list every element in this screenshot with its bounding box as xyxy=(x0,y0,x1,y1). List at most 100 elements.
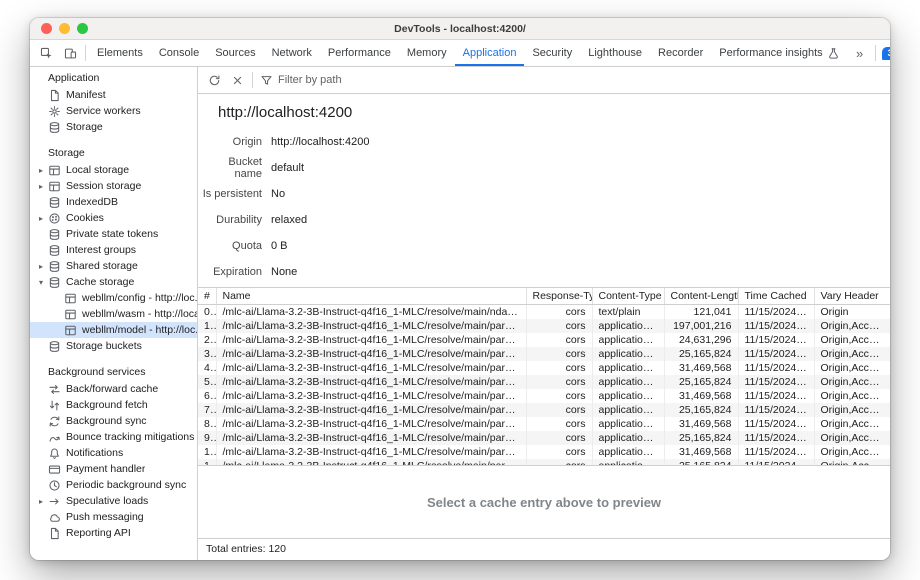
sidebar-item-speculative-loads[interactable]: ▸ Speculative loads xyxy=(30,493,197,509)
cell-time-cached: 11/15/2024, 10... xyxy=(738,347,814,361)
cell-response-type: cors xyxy=(526,431,592,445)
tab-lighthouse[interactable]: Lighthouse xyxy=(580,40,650,66)
table-row[interactable]: 9/mlc-ai/Llama-3.2-3B-Instruct-q4f16_1-M… xyxy=(198,431,890,445)
tab-network[interactable]: Network xyxy=(264,40,320,66)
minimize-window-button[interactable] xyxy=(59,23,70,34)
backforward-icon xyxy=(47,382,61,396)
sidebar-item-manifest[interactable]: Manifest xyxy=(30,87,197,103)
metadata-value: http://localhost:4200 xyxy=(271,136,369,148)
sidebar-item-background-fetch[interactable]: Background fetch xyxy=(30,397,197,413)
sidebar-item-private-state-tokens[interactable]: Private state tokens xyxy=(30,226,197,242)
sidebar-item-periodic-background-sync[interactable]: Periodic background sync xyxy=(30,477,197,493)
tab-performance-insights[interactable]: Performance insights xyxy=(711,40,847,66)
column-header-[interactable]: # xyxy=(198,288,216,304)
sidebar-item-webllm-wasm-http-loca[interactable]: webllm/wasm - http://loca... xyxy=(30,306,197,322)
sidebar-item-label: Manifest xyxy=(66,89,106,101)
table-row[interactable]: 0/mlc-ai/Llama-3.2-3B-Instruct-q4f16_1-M… xyxy=(198,304,890,319)
toolbar-divider xyxy=(875,45,876,61)
sidebar-item-webllm-model-http-loc[interactable]: webllm/model - http://loc... xyxy=(30,322,197,338)
tab-recorder[interactable]: Recorder xyxy=(650,40,711,66)
tab-console[interactable]: Console xyxy=(151,40,207,66)
cell-time-cached: 11/15/2024, 10... xyxy=(738,319,814,333)
table-row[interactable]: 5/mlc-ai/Llama-3.2-3B-Instruct-q4f16_1-M… xyxy=(198,375,890,389)
sidebar-item-bounce-tracking-mitigations[interactable]: Bounce tracking mitigations xyxy=(30,429,197,445)
metadata-row-origin: Originhttp://localhost:4200 xyxy=(198,129,890,155)
tab-label: Application xyxy=(463,47,517,59)
sidebar-item-notifications[interactable]: Notifications xyxy=(30,445,197,461)
table-row[interactable]: 3/mlc-ai/Llama-3.2-3B-Instruct-q4f16_1-M… xyxy=(198,347,890,361)
table-row[interactable]: 8/mlc-ai/Llama-3.2-3B-Instruct-q4f16_1-M… xyxy=(198,417,890,431)
column-header-vary-header[interactable]: Vary Header xyxy=(814,288,890,304)
expand-arrow-icon[interactable]: ▸ xyxy=(35,166,47,175)
issues-counter[interactable]: 3 xyxy=(879,41,890,65)
tab-memory[interactable]: Memory xyxy=(399,40,455,66)
inspect-element-button[interactable] xyxy=(34,41,58,65)
tab-application[interactable]: Application xyxy=(455,40,525,66)
tab-elements[interactable]: Elements xyxy=(89,40,151,66)
sidebar-item-payment-handler[interactable]: Payment handler xyxy=(30,461,197,477)
expand-arrow-icon[interactable]: ▸ xyxy=(35,262,47,271)
column-header-response-type[interactable]: Response-Type xyxy=(526,288,592,304)
sidebar-item-webllm-config-http-loc[interactable]: webllm/config - http://loc... xyxy=(30,290,197,306)
cloud-icon xyxy=(47,510,61,524)
workers-icon xyxy=(47,104,61,118)
sidebar-item-service-workers[interactable]: Service workers xyxy=(30,103,197,119)
filter-by-path-input[interactable] xyxy=(278,74,885,86)
sidebar-item-label: Private state tokens xyxy=(66,228,158,240)
sidebar-item-label: Service workers xyxy=(66,105,141,117)
preview-pane: Select a cache entry above to preview xyxy=(198,465,890,538)
refresh-button[interactable] xyxy=(203,69,225,91)
table-row[interactable]: 2/mlc-ai/Llama-3.2-3B-Instruct-q4f16_1-M… xyxy=(198,333,890,347)
sidebar-item-indexeddb[interactable]: IndexedDB xyxy=(30,194,197,210)
tab-performance[interactable]: Performance xyxy=(320,40,399,66)
sidebar-item-interest-groups[interactable]: Interest groups xyxy=(30,242,197,258)
toolbar-divider xyxy=(252,72,253,88)
column-header-time-cached[interactable]: Time Cached xyxy=(738,288,814,304)
sidebar-item-shared-storage[interactable]: ▸Shared storage xyxy=(30,258,197,274)
metadata-row-expiration: ExpirationNone xyxy=(198,259,890,285)
sidebar-item-storage[interactable]: Storage xyxy=(30,119,197,135)
sidebar-item-cookies[interactable]: ▸Cookies xyxy=(30,210,197,226)
table-row[interactable]: 6/mlc-ai/Llama-3.2-3B-Instruct-q4f16_1-M… xyxy=(198,389,890,403)
more-tabs-button[interactable]: » xyxy=(848,41,872,65)
device-toolbar-icon xyxy=(64,47,77,60)
cell-vary-header: Origin,Access... xyxy=(814,333,890,347)
sidebar-item-push-messaging[interactable]: Push messaging xyxy=(30,509,197,525)
cell-name: /mlc-ai/Llama-3.2-3B-Instruct-q4f16_1-ML… xyxy=(216,417,526,431)
application-sidebar: ApplicationManifestService workersStorag… xyxy=(30,67,198,560)
sidebar-item-session-storage[interactable]: ▸Session storage xyxy=(30,178,197,194)
table-row[interactable]: 4/mlc-ai/Llama-3.2-3B-Instruct-q4f16_1-M… xyxy=(198,361,890,375)
sidebar-item-local-storage[interactable]: ▸Local storage xyxy=(30,162,197,178)
zoom-window-button[interactable] xyxy=(77,23,88,34)
sidebar-item-back-forward-cache[interactable]: Back/forward cache xyxy=(30,381,197,397)
column-header-content-length[interactable]: Content-Length xyxy=(664,288,738,304)
devtools-tabbar: ElementsConsoleSourcesNetwork Performance… xyxy=(30,40,890,67)
sidebar-item-reporting-api[interactable]: Reporting API xyxy=(30,525,197,541)
expand-arrow-icon[interactable]: ▸ xyxy=(35,182,47,191)
sidebar-item-background-sync[interactable]: Background sync xyxy=(30,413,197,429)
delete-selected-button[interactable] xyxy=(226,69,248,91)
expand-arrow-icon[interactable]: ▸ xyxy=(35,497,47,506)
sidebar-item-label: Interest groups xyxy=(66,244,136,256)
sidebar-item-label: Storage xyxy=(66,121,103,133)
sync-icon xyxy=(47,414,61,428)
tab-sources[interactable]: Sources xyxy=(207,40,263,66)
table-row[interactable]: 10/mlc-ai/Llama-3.2-3B-Instruct-q4f16_1-… xyxy=(198,445,890,459)
sidebar-item-label: Speculative loads xyxy=(66,495,148,507)
expand-arrow-icon[interactable]: ▸ xyxy=(35,214,47,223)
table-row[interactable]: 1/mlc-ai/Llama-3.2-3B-Instruct-q4f16_1-M… xyxy=(198,319,890,333)
close-window-button[interactable] xyxy=(41,23,52,34)
device-toolbar-button[interactable] xyxy=(58,41,82,65)
devtools-content: ApplicationManifestService workersStorag… xyxy=(30,67,890,560)
table-row[interactable]: 7/mlc-ai/Llama-3.2-3B-Instruct-q4f16_1-M… xyxy=(198,403,890,417)
window-title: DevTools - localhost:4200/ xyxy=(394,23,526,35)
tab-security[interactable]: Security xyxy=(524,40,580,66)
collapse-arrow-icon[interactable]: ▾ xyxy=(35,278,47,287)
tab-label: Performance xyxy=(328,47,391,59)
cell-content-type: application/oc... xyxy=(592,347,664,361)
sidebar-item-label: Storage buckets xyxy=(66,340,142,352)
sidebar-item-cache-storage[interactable]: ▾Cache storage xyxy=(30,274,197,290)
sidebar-item-storage-buckets[interactable]: Storage buckets xyxy=(30,338,197,354)
column-header-content-type[interactable]: Content-Type xyxy=(592,288,664,304)
column-header-name[interactable]: Name xyxy=(216,288,526,304)
